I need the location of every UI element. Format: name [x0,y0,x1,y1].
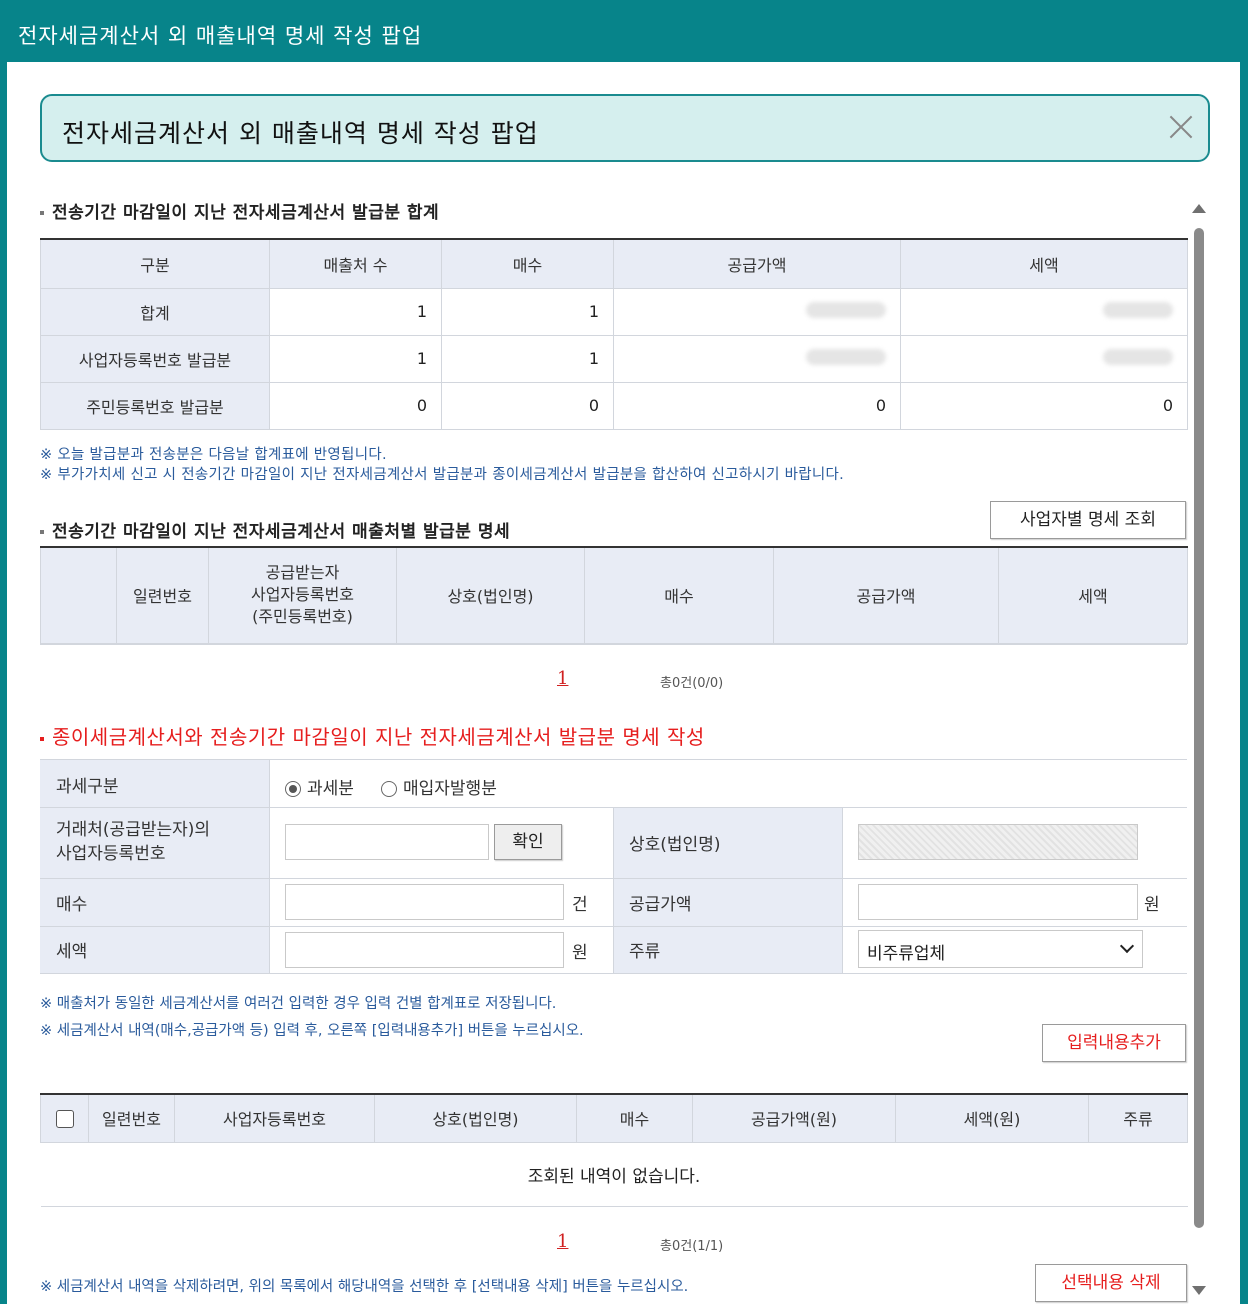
business-detail-query-button[interactable]: 사업자별 명세 조회 [990,501,1186,539]
col-header: 일련번호 [116,546,209,644]
summary-note: ※ 오늘 발급분과 전송분은 다음날 합계표에 반영됩니다. [40,447,387,463]
table-row: 주민등록번호 발급분 0 0 0 0 [40,381,1188,430]
list-note: ※ 세금계산서 내역을 삭제하려면, 위의 목록에서 해당내역을 선택한 후 [… [40,1279,689,1295]
close-icon[interactable] [1166,112,1196,142]
summary-table: 구분 매출처 수 매수 공급가액 세액 합계 1 1 사업자등록번호 발급분 1… [40,238,1188,430]
partner-brn-label: 거래처(공급받는자)의 사업자등록번호 [56,820,211,864]
col-header: 공급가액 [613,238,901,289]
tax-type-option-buyer[interactable]: 매입자발행분 [381,774,497,799]
partner-brn-input[interactable] [285,824,489,860]
col-header: 매수 [441,238,614,289]
list-pager-total: 총0건(1/1) [660,1239,724,1254]
supply-unit: 원 [1144,895,1160,915]
tax-unit: 원 [572,943,588,963]
popup-header: 전자세금계산서 외 매출내역 명세 작성 팝업 [40,94,1210,162]
summary-section-title: 전송기간 마감일이 지난 전자세금계산서 발급분 합계 [40,198,439,223]
company-label: 상호(법인명) [629,835,721,855]
form-section-title: 종이세금계산서와 전송기간 마감일이 지난 전자세금계산서 발급분 명세 작성 [40,721,705,750]
col-header: 매수 [584,546,774,644]
col-header: 상호(법인명) [396,546,585,644]
window-frame-left [0,62,7,1304]
redacted-value [900,334,1188,383]
select-all-checkbox[interactable] [55,1110,74,1128]
sheets-input[interactable] [285,884,564,920]
empty-message: 조회된 내역이 없습니다. [40,1141,1188,1207]
col-header: 일련번호 [88,1093,175,1143]
form-note: ※ 매출처가 동일한 세금계산서를 여러건 입력한 경우 입력 건별 합계표로 … [40,996,557,1012]
scroll-down-icon[interactable] [1192,1286,1206,1295]
tax-label: 세액 [56,942,88,962]
col-header: 공급가액(원) [692,1093,896,1143]
col-header: 구분 [40,238,270,289]
window-title: 전자세금계산서 외 매출내역 명세 작성 팝업 [18,24,423,48]
col-header-blank [40,546,117,644]
scroll-up-icon[interactable] [1192,204,1206,213]
col-header: 공급받는자 사업자등록번호 (주민등록번호) [208,546,397,644]
empty-row: 조회된 내역이 없습니다. [40,1141,1188,1207]
supply-input[interactable] [858,884,1138,920]
window-frame-right [1240,62,1248,1304]
table-row: 합계 1 1 [40,287,1188,336]
tax-type-option-taxable[interactable]: 과세분 [285,774,354,799]
col-header: 매수 [576,1093,693,1143]
liquor-label: 주류 [629,942,661,962]
tax-type-label: 과세구분 [56,777,119,797]
liquor-select[interactable]: 비주류업체 [858,930,1143,968]
detail-pager-page[interactable]: 1 [557,668,568,689]
confirm-button[interactable]: 확인 [494,824,562,860]
col-header: 매출처 수 [269,238,442,289]
list-pager-page[interactable]: 1 [557,1231,568,1252]
redacted-value [900,287,1188,336]
detail-section-title: 전송기간 마감일이 지난 전자세금계산서 매출처별 발급분 명세 [40,517,510,542]
redacted-value [613,287,901,336]
redacted-value [613,334,901,383]
supply-label: 공급가액 [629,895,692,915]
radio-icon[interactable] [381,781,397,797]
col-header: 세액 [998,546,1188,644]
vertical-scrollbar[interactable] [1188,200,1210,1304]
chevron-down-icon [1119,938,1135,954]
company-name-field [858,824,1138,860]
col-header: 세액(원) [895,1093,1089,1143]
form-note: ※ 세금계산서 내역(매수,공급가액 등) 입력 후, 오른쪽 [입력내용추가]… [40,1023,584,1039]
detail-table: 일련번호 공급받는자 사업자등록번호 (주민등록번호) 상호(법인명) 매수 공급가… [40,546,1188,644]
sheets-label: 매수 [56,895,88,915]
summary-note: ※ 부가가치세 신고 시 전송기간 마감일이 지난 전자세금계산서 발급분과 종… [40,467,845,483]
add-entry-button[interactable]: 입력내용추가 [1042,1024,1186,1062]
select-all-cell[interactable] [40,1093,89,1143]
detail-pager-total: 총0건(0/0) [660,676,724,691]
col-header: 사업자등록번호 [174,1093,375,1143]
radio-icon[interactable] [285,781,301,797]
sheets-unit: 건 [572,895,588,915]
scroll-thumb[interactable] [1194,228,1204,1228]
tax-input[interactable] [285,932,564,968]
table-row: 사업자등록번호 발급분 1 1 [40,334,1188,383]
window-titlebar: 전자세금계산서 외 매출내역 명세 작성 팝업 [0,0,1248,62]
col-header: 세액 [900,238,1188,289]
entry-list-table: 일련번호 사업자등록번호 상호(법인명) 매수 공급가액(원) 세액(원) 주류… [40,1093,1188,1207]
popup-header-title: 전자세금계산서 외 매출내역 명세 작성 팝업 [62,119,539,148]
col-header: 주류 [1088,1093,1188,1143]
col-header: 공급가액 [773,546,999,644]
delete-selected-button[interactable]: 선택내용 삭제 [1035,1264,1187,1302]
col-header: 상호(법인명) [374,1093,577,1143]
